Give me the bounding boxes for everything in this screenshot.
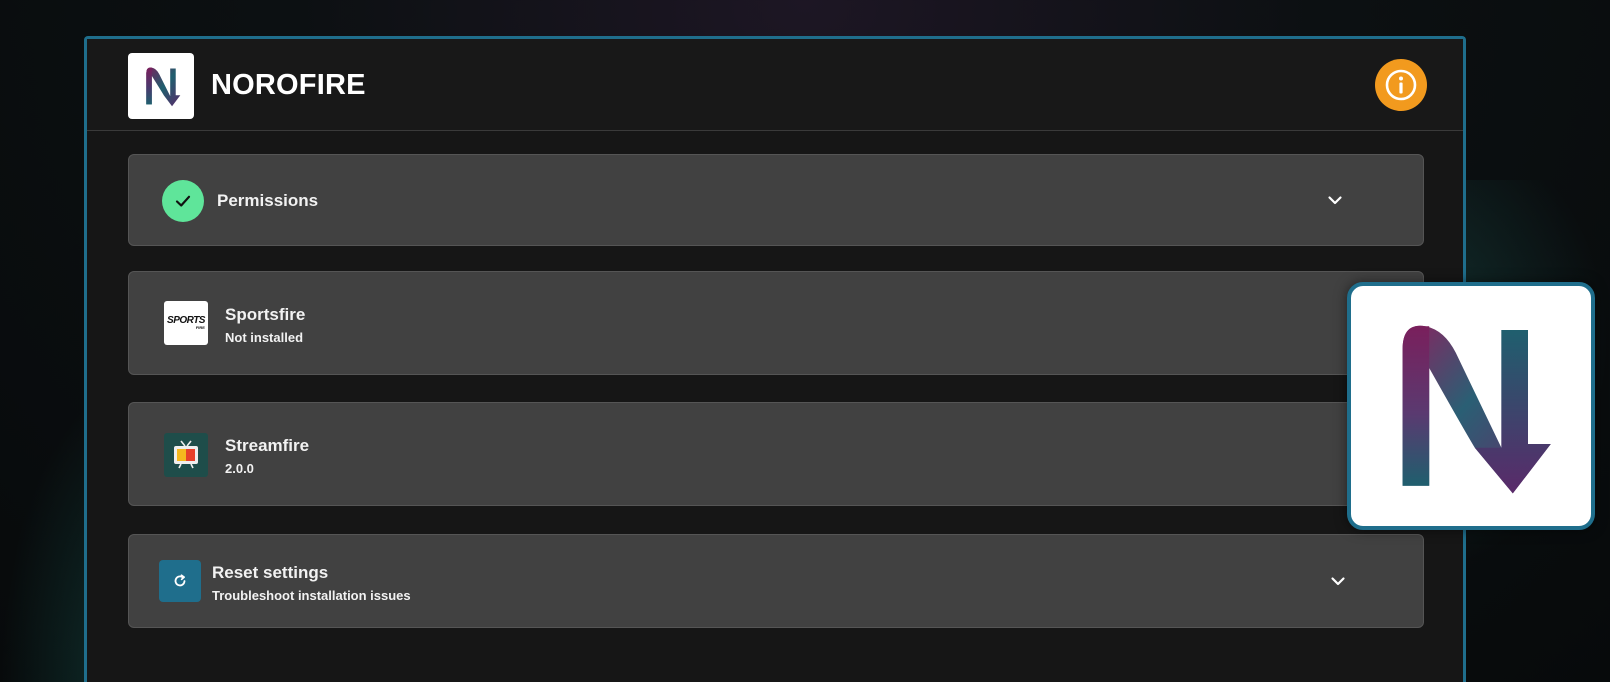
permissions-title: Permissions [217, 191, 319, 210]
info-button[interactable] [1375, 59, 1427, 111]
tv-icon [174, 440, 198, 469]
reset-icon-box [159, 560, 201, 602]
chevron-down-icon [1331, 577, 1345, 586]
sportsfire-icon-subtext: FIRE [195, 325, 205, 330]
reset-subtitle: Troubleshoot installation issues [212, 588, 411, 603]
sportsfire-card[interactable]: SPORTS FIRE Sportsfire Not installed [128, 271, 1424, 375]
reset-title: Reset settings [212, 563, 329, 582]
overlay-app-logo [1347, 282, 1595, 530]
sportsfire-title: Sportsfire [225, 305, 306, 324]
norofire-n-logo-icon [1402, 325, 1551, 494]
reset-chevron[interactable] [1324, 567, 1352, 595]
info-icon [1385, 69, 1417, 101]
reset-settings-card[interactable]: Reset settings Troubleshoot installation… [128, 534, 1424, 628]
refresh-icon [174, 574, 186, 587]
permissions-card[interactable]: Permissions [128, 154, 1424, 246]
sportsfire-status: Not installed [225, 330, 304, 345]
header: NOROFIRE [87, 39, 1463, 131]
app-title: NOROFIRE [211, 69, 366, 101]
norofire-n-logo-icon [146, 67, 181, 107]
streamfire-card[interactable]: Streamfire 2.0.0 [128, 402, 1424, 506]
streamfire-title: Streamfire [225, 436, 310, 455]
check-icon [175, 195, 191, 207]
chevron-down-icon [1328, 196, 1342, 205]
streamfire-version: 2.0.0 [225, 461, 254, 476]
permissions-chevron[interactable] [1321, 186, 1349, 214]
streamfire-icon [164, 433, 208, 477]
permission-status [162, 180, 204, 222]
sportsfire-icon: SPORTS FIRE [164, 301, 208, 345]
app-window: NOROFIRE Permissions SPORTS FIRE Sportsf… [84, 36, 1466, 682]
app-logo [128, 53, 194, 119]
